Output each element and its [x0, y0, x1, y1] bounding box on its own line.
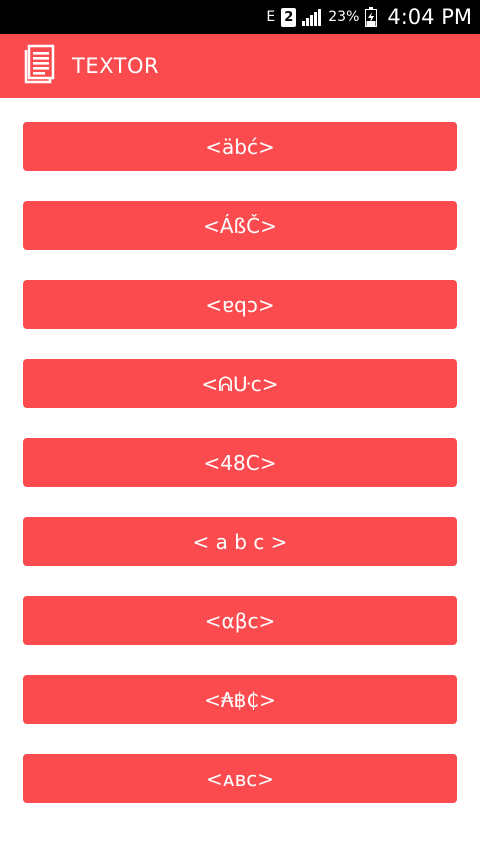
style-button-small-caps[interactable]: <ᴀʙᴄ>: [23, 754, 457, 803]
style-button-symbols[interactable]: <ᕱᑘc>: [23, 359, 457, 408]
style-button-greek[interactable]: <αβc>: [23, 596, 457, 645]
clock: 4:04 PM: [387, 5, 472, 29]
style-button-upside-down[interactable]: <ɐqɔ>: [23, 280, 457, 329]
sim-indicator: 2: [281, 7, 297, 27]
style-button-accents[interactable]: <äbć>: [23, 122, 457, 171]
app-bar: TEXTOR: [0, 34, 480, 98]
style-button-accented-caps[interactable]: <ÁßČ>: [23, 201, 457, 250]
signal-icon: [302, 8, 322, 26]
network-type-indicator: E: [266, 9, 276, 25]
style-button-currency[interactable]: <₳฿₵>: [23, 675, 457, 724]
document-icon: [22, 44, 56, 88]
status-bar: E 2 23% 4:04 PM: [0, 0, 480, 34]
style-button-leet[interactable]: <48C>: [23, 438, 457, 487]
style-button-spaced[interactable]: < a b c >: [23, 517, 457, 566]
app-title: TEXTOR: [72, 54, 160, 78]
battery-icon: [365, 7, 378, 27]
battery-percent: 23%: [328, 9, 360, 25]
text-style-list: <äbć> <ÁßČ> <ɐqɔ> <ᕱᑘc> <48C> < a b c > …: [23, 122, 457, 833]
